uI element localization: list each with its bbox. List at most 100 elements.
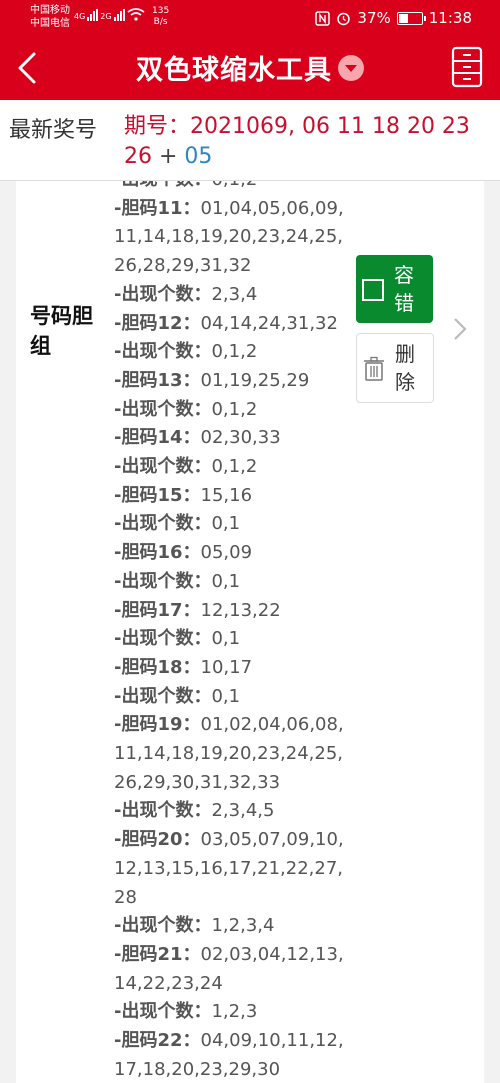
status-bar: 中国移动 中国电信 4G 2G 135 B/s 37% 11:38	[0, 0, 500, 36]
banker-line-key: -胆码15：	[114, 484, 201, 506]
latest-draw-panel: 最新奖号 期号：2021069, 06 11 18 20 23 26 + 05	[0, 100, 500, 181]
banker-line-key: -出现个数：	[114, 570, 212, 592]
banker-line: -胆码19：01,02,04,06,08,11,14,18,19,20,23,2…	[114, 711, 344, 797]
banker-line-value: 0,1	[211, 570, 241, 592]
banker-line-key: -胆码19：	[114, 714, 201, 736]
cabinet-icon[interactable]	[450, 46, 484, 88]
banker-line-key: -出现个数：	[114, 915, 212, 937]
network-type-1: 4G	[74, 12, 86, 21]
signal-icon	[87, 9, 99, 21]
group-label: 号码胆组	[30, 304, 93, 358]
latest-draw-label: 最新奖号	[9, 118, 98, 143]
banker-line-key: -出现个数：	[114, 398, 212, 420]
network-speed: 135 B/s	[152, 6, 170, 27]
fault-tolerance-button[interactable]: 容错	[356, 255, 433, 323]
banker-line: -出现个数：1,2,3,4	[114, 912, 344, 941]
battery-percent: 37%	[357, 9, 391, 27]
banker-line-value: 2,3,4,5	[211, 800, 275, 822]
banker-line: -出现个数：0,1,2	[114, 181, 344, 195]
banker-line-value: 01,19,25,29	[200, 369, 310, 391]
banker-line-key: -出现个数：	[114, 800, 212, 822]
signal-indicators: 4G 2G	[74, 8, 145, 21]
signal-icon-2	[113, 9, 125, 21]
battery-icon	[396, 11, 426, 25]
banker-line-value: 0,1	[211, 513, 241, 535]
banker-line-key: -胆码11：	[114, 197, 201, 219]
banker-list: -出现个数：0,1,2-胆码11：01,04,05,06,09,11,14,18…	[114, 181, 344, 1083]
network-type-2: 2G	[100, 12, 112, 21]
banker-line-key: -胆码22：	[114, 1030, 201, 1052]
banker-line-key: -出现个数：	[114, 685, 212, 707]
banker-line-key: -胆码12：	[114, 312, 201, 334]
banker-line: -胆码21：02,03,04,12,13,14,22,23,24	[114, 941, 344, 998]
banker-line: -出现个数：0,1	[114, 683, 344, 712]
banker-line-value: 05,09	[200, 542, 253, 564]
banker-line-key: -出现个数：	[114, 456, 212, 478]
banker-line: -出现个数：0,1	[114, 568, 344, 597]
banker-line: -出现个数：1,2,3	[114, 998, 344, 1027]
banker-line-key: -胆码13：	[114, 369, 201, 391]
banker-line-key: -出现个数：	[114, 181, 211, 190]
banker-line-value: 0,1	[211, 685, 241, 707]
banker-line-key: -胆码18：	[114, 656, 201, 678]
delete-label: 删除	[395, 342, 415, 394]
condition-card: 号码胆组 -出现个数：0,1,2-胆码11：01,04,05,06,09,11,…	[16, 181, 484, 1083]
banker-line-key: -胆码14：	[114, 427, 201, 449]
banker-line: -胆码17：12,13,22	[114, 597, 344, 626]
banker-line-key: -出现个数：	[114, 1001, 212, 1023]
draw-blue-number: 05	[184, 144, 213, 169]
banker-line: -出现个数：2,3,4,5	[114, 797, 344, 826]
wifi-icon	[127, 8, 145, 21]
banker-line: -胆码13：01,19,25,29	[114, 367, 344, 396]
clock: 11:38	[428, 9, 472, 27]
dropdown-icon[interactable]	[338, 54, 364, 81]
banker-line-value: 1,2,3	[211, 1001, 258, 1023]
carrier-2: 中国电信	[30, 18, 70, 29]
banker-line-value: 2,3,4	[211, 283, 258, 305]
alarm-icon	[337, 12, 351, 25]
banker-line-key: -胆码20：	[114, 829, 201, 851]
app-header: 双色球缩水工具	[0, 36, 500, 100]
banker-line-value: 0,1,2	[211, 456, 258, 478]
status-right: 37% 11:38	[315, 9, 472, 27]
delete-button[interactable]: 删除	[356, 333, 434, 403]
carrier-info: 中国移动 中国电信	[30, 4, 70, 30]
banker-line-key: -出现个数：	[114, 513, 212, 535]
trash-icon	[364, 356, 384, 381]
fault-tolerance-label: 容错	[394, 263, 414, 315]
banker-line-value: 0,1	[211, 628, 241, 650]
banker-line-value: 0,1,2	[211, 398, 258, 420]
title-dropdown[interactable]: 双色球缩水工具	[0, 48, 500, 87]
page-title: 双色球缩水工具	[136, 55, 332, 86]
banker-line: -出现个数：0,1	[114, 625, 344, 654]
banker-line-value: 15,16	[200, 484, 253, 506]
banker-line: -出现个数：0,1,2	[114, 338, 344, 367]
banker-line: -出现个数：0,1,2	[114, 396, 344, 425]
banker-line: -胆码11：01,04,05,06,09,11,14,18,19,20,23,2…	[114, 195, 344, 281]
banker-line-value: 0,1,2	[211, 181, 257, 190]
banker-line: -胆码22：04,09,10,11,12,17,18,20,23,29,30	[114, 1027, 344, 1083]
banker-line: -出现个数：2,3,4	[114, 281, 344, 310]
nfc-icon	[315, 10, 331, 26]
banker-line: -胆码15：15,16	[114, 482, 344, 511]
banker-line-value: 12,13,22	[200, 599, 281, 621]
banker-line: -胆码18：10,17	[114, 654, 344, 683]
chevron-right-icon[interactable]	[452, 317, 468, 341]
banker-line-value: 1,2,3,4	[211, 915, 275, 937]
banker-line: -胆码16：05,09	[114, 539, 344, 568]
banker-line-key: -出现个数：	[114, 628, 212, 650]
banker-line-value: 04,14,24,31,32	[200, 312, 338, 334]
latest-draw-value: 期号：2021069, 06 11 18 20 23 26 + 05	[124, 114, 470, 169]
banker-line-key: -出现个数：	[114, 283, 212, 305]
banker-line: -胆码20：03,05,07,09,10,12,13,15,16,17,21,2…	[114, 826, 344, 912]
banker-line-value: 0,1,2	[211, 341, 258, 363]
banker-line: -出现个数：0,1	[114, 510, 344, 539]
carrier-1: 中国移动	[30, 5, 70, 16]
banker-line-key: -出现个数：	[114, 341, 212, 363]
checkbox-icon[interactable]	[362, 279, 384, 301]
banker-line-key: -胆码16：	[114, 542, 201, 564]
banker-line-value: 10,17	[200, 656, 253, 678]
banker-line: -胆码12：04,14,24,31,32	[114, 310, 344, 339]
banker-line-key: -胆码17：	[114, 599, 201, 621]
banker-line: -胆码14：02,30,33	[114, 424, 344, 453]
